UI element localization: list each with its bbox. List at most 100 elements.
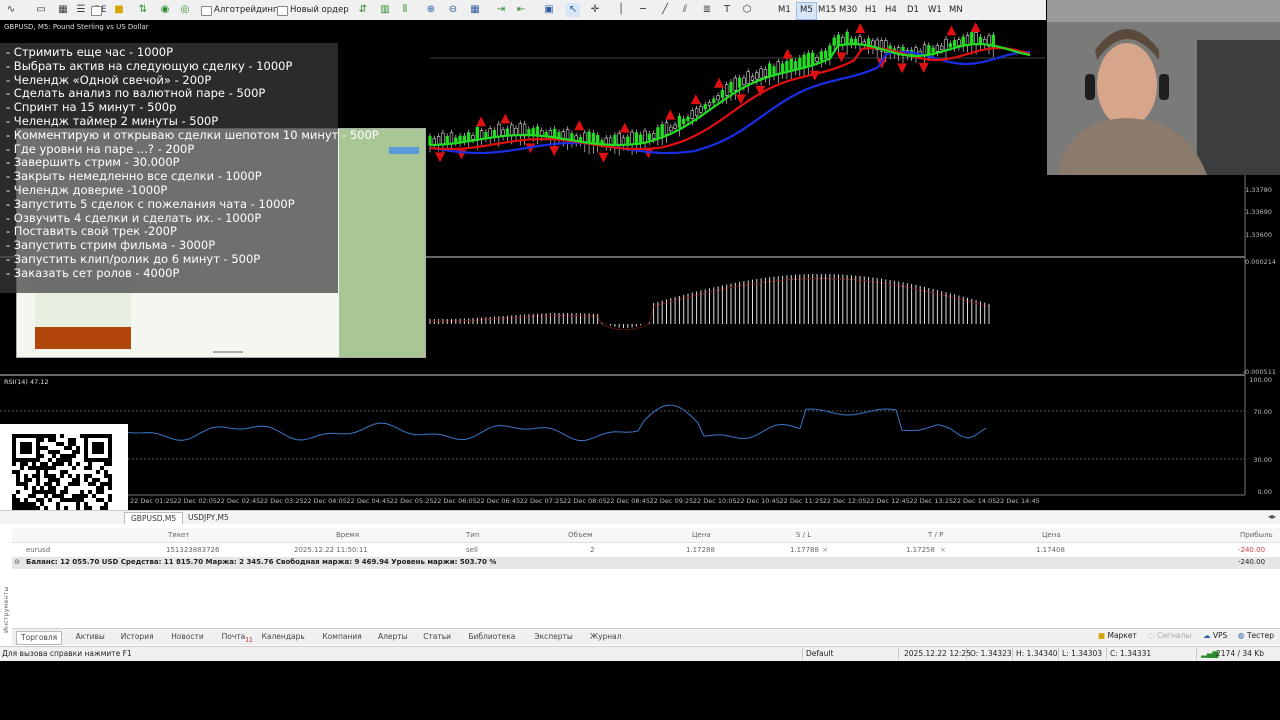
- col-profit[interactable]: Прибыль: [1240, 531, 1273, 539]
- algotrading-button[interactable]: Алготрейдинг: [200, 2, 277, 18]
- signals-tab[interactable]: ◌ Сигналы: [1148, 631, 1191, 640]
- candle-body: [931, 47, 935, 53]
- candle-body: [940, 45, 944, 50]
- market-tab[interactable]: ■ Маркет: [1098, 631, 1137, 640]
- vertical-line-icon[interactable]: │: [614, 3, 628, 17]
- col-ticket[interactable]: Тикет: [168, 531, 189, 539]
- line-chart-icon[interactable]: ∿: [4, 3, 18, 17]
- qr-module: [60, 470, 64, 474]
- qr-module: [24, 486, 28, 490]
- candle-body: [720, 89, 725, 98]
- tab-2[interactable]: История: [117, 631, 158, 643]
- trendline-icon[interactable]: ╱: [658, 3, 672, 17]
- signals-icon[interactable]: ◎: [178, 3, 192, 17]
- tab-3[interactable]: Новости: [167, 631, 208, 643]
- qr-module: [32, 466, 36, 470]
- candle-body: [475, 126, 479, 141]
- qr-module: [40, 502, 44, 506]
- tester-tab[interactable]: ◍ Тестер: [1238, 631, 1274, 640]
- timeframe-h1[interactable]: H1: [862, 2, 880, 18]
- macd-label: 0.000214: [1244, 258, 1276, 266]
- new-chart-icon[interactable]: ▭: [34, 3, 48, 17]
- timeframe-mn[interactable]: MN: [946, 2, 966, 18]
- tab-8[interactable]: Статьи: [419, 631, 455, 643]
- tab-6[interactable]: Компания: [318, 631, 365, 643]
- new-order-button[interactable]: Новый ордер: [276, 2, 349, 18]
- time-label: 22 Dec 02:45: [216, 497, 261, 505]
- horizontal-line-icon[interactable]: ─: [636, 3, 650, 17]
- status-close: C: 1.34331: [1110, 649, 1152, 658]
- chart-shift-icon[interactable]: ⇤: [514, 3, 528, 17]
- bar-chart-icon[interactable]: ▥: [378, 3, 392, 17]
- depth-of-market-icon[interactable]: ⇵: [356, 3, 370, 17]
- community-icon[interactable]: ◉: [158, 3, 172, 17]
- close-sl-icon[interactable]: ×: [822, 546, 828, 554]
- timeframe-h4[interactable]: H4: [882, 2, 900, 18]
- candle-body: [479, 130, 484, 139]
- signal-arrow: [500, 113, 511, 124]
- chart-tabs-bar: GBPUSD,M5 USDJPY,M5 ◂▸: [0, 510, 1280, 525]
- tab-7[interactable]: Алерты: [374, 631, 412, 643]
- time-label: 22 Dec 11:25: [779, 497, 824, 505]
- crosshair-icon[interactable]: ✛: [588, 3, 602, 17]
- market-icon[interactable]: ⇅: [136, 3, 150, 17]
- qr-module: [64, 458, 68, 462]
- screenshot-icon[interactable]: ▣: [542, 3, 556, 17]
- candle-chart-icon[interactable]: ⫴: [398, 3, 412, 17]
- col-time[interactable]: Время: [336, 531, 359, 539]
- profiles-icon[interactable]: ▦: [56, 3, 70, 17]
- qr-module: [72, 482, 76, 486]
- text-icon[interactable]: T: [720, 3, 734, 17]
- timeframe-m5[interactable]: M5: [796, 2, 817, 20]
- qr-module: [56, 502, 60, 506]
- candle-body: [436, 136, 441, 145]
- navigator-icon[interactable]: ☰: [74, 3, 88, 17]
- qr-module: [88, 482, 92, 486]
- qr-module: [52, 454, 56, 458]
- time-label: 22 Dec 05:25: [389, 497, 434, 505]
- candle-body: [677, 115, 682, 128]
- channel-icon[interactable]: ⫽: [678, 3, 692, 17]
- chart-tab-usdjpy[interactable]: USDJPY,M5: [182, 512, 235, 524]
- col-price[interactable]: Цена: [1042, 531, 1061, 539]
- candle-body: [836, 34, 841, 46]
- zoom-in-icon[interactable]: ⊕: [424, 3, 438, 17]
- col-volume[interactable]: Объем: [568, 531, 592, 539]
- candle-body: [965, 35, 970, 45]
- grid-icon[interactable]: ▦: [468, 3, 482, 17]
- col-sl[interactable]: S / L: [796, 531, 811, 539]
- time-label: 22 Dec 12:45: [866, 497, 910, 505]
- vps-tab[interactable]: ☁ VPS: [1203, 631, 1227, 640]
- tab-10[interactable]: Эксперты: [530, 631, 576, 643]
- close-tp-icon[interactable]: ×: [940, 546, 946, 554]
- timeframe-d1[interactable]: D1: [904, 2, 922, 18]
- tab-5[interactable]: Календарь: [258, 631, 309, 643]
- tab-1[interactable]: Активы: [72, 631, 109, 643]
- rsi-axis-label: 70.00: [1253, 408, 1272, 416]
- col-price-open[interactable]: Цена: [692, 531, 711, 539]
- qr-module: [56, 462, 60, 466]
- toolbox-side-label[interactable]: Инструменты: [2, 580, 12, 640]
- tab-9[interactable]: Библиотека: [464, 631, 519, 643]
- col-tp[interactable]: T / P: [928, 531, 943, 539]
- qr-module: [72, 454, 76, 458]
- shapes-icon[interactable]: ⬡: [740, 3, 754, 17]
- lock-icon[interactable]: ■: [112, 3, 126, 17]
- cursor-icon[interactable]: ↖: [566, 3, 580, 17]
- timeframe-m30[interactable]: M30: [836, 2, 860, 18]
- tab-0[interactable]: Торговля: [16, 631, 63, 645]
- col-type[interactable]: Тип: [466, 531, 479, 539]
- qr-module: [104, 462, 108, 466]
- zoom-out-icon[interactable]: ⊖: [446, 3, 460, 17]
- autoscroll-icon[interactable]: ⇥: [494, 3, 508, 17]
- tab-11[interactable]: Журнал: [586, 631, 626, 643]
- tester-icon: ◍: [1238, 631, 1245, 640]
- tabs-scroll-icon[interactable]: ◂▸: [1268, 512, 1276, 521]
- qr-module: [52, 490, 56, 494]
- ide-button[interactable]: IDE: [90, 2, 106, 18]
- timeframe-w1[interactable]: W1: [925, 2, 945, 18]
- qr-module: [104, 502, 108, 506]
- tab-4[interactable]: Почта11: [218, 631, 257, 644]
- timeframe-m1[interactable]: M1: [775, 2, 794, 18]
- fibonacci-icon[interactable]: ≣: [700, 3, 714, 17]
